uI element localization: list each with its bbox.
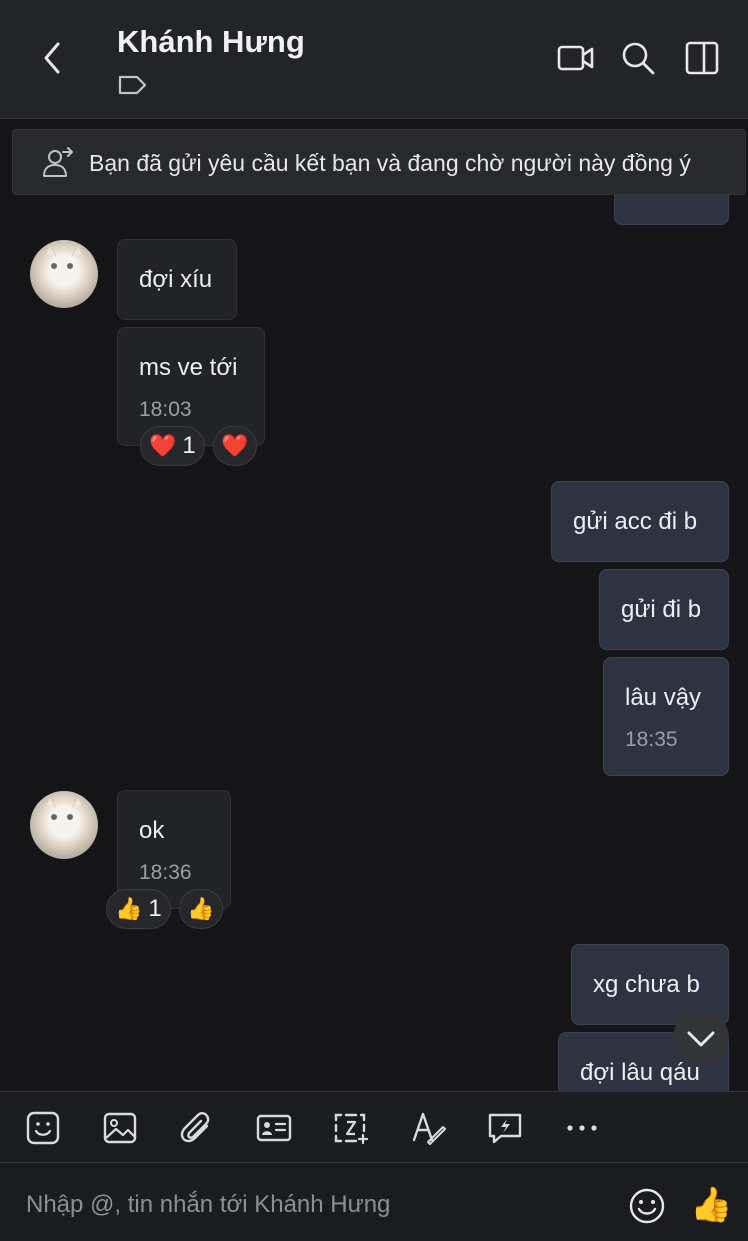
text-format-icon[interactable] [410,1110,446,1146]
message-input-bar: Nhập @, tin nhắn tới Khánh Hưng 👍 [0,1163,748,1241]
reaction-count: 1 [182,432,196,459]
message-text: ok [139,817,165,844]
message-text: gửi đi b [621,596,702,623]
screenshot-icon[interactable] [333,1110,369,1146]
message-bubble-outgoing[interactable]: gửi đi b [599,569,729,650]
sticker-icon[interactable] [25,1110,61,1146]
message-input[interactable]: Nhập @, tin nhắn tới Khánh Hưng [26,1191,390,1219]
message-bubble-outgoing[interactable]: lâu vậy 18:35 [603,657,729,776]
message-bubble-incoming[interactable]: đợi xíu [117,239,237,320]
quick-like-button[interactable]: 👍 [690,1185,732,1225]
heart-icon: ❤️ [221,433,249,459]
scroll-to-bottom-button[interactable] [673,1010,729,1066]
add-friend-pending-icon [41,144,75,180]
contact-name[interactable]: Khánh Hưng [117,24,305,60]
avatar[interactable] [30,791,98,859]
thumbs-up-icon: 👍 [115,896,143,922]
emoji-icon[interactable] [628,1187,666,1225]
avatar[interactable] [30,240,98,308]
message-time: 18:03 [139,398,192,421]
image-icon[interactable] [102,1110,138,1146]
video-call-icon[interactable] [556,38,596,78]
chevron-down-icon [687,1031,715,1047]
back-icon[interactable] [36,38,72,78]
heart-icon: ❤️ [149,433,177,459]
quick-message-icon[interactable] [487,1110,523,1146]
banner-text: Bạn đã gửi yêu cầu kết bạn và đang chờ n… [89,150,691,176]
react-button[interactable]: 👍 [179,889,223,929]
composer-toolbar [0,1091,748,1163]
contact-card-icon[interactable] [256,1110,292,1146]
message-text: ms ve tới [139,354,238,381]
reaction-summary[interactable]: ❤️ 1 [140,426,205,466]
message-time: 18:36 [139,861,192,884]
message-list[interactable]: đợi xíu ms ve tới 18:03 ❤️ 1 ❤️ gửi acc … [0,120,748,1092]
friend-request-banner: Bạn đã gửi yêu cầu kết bạn và đang chờ n… [12,129,746,195]
message-text: đợi xíu [139,266,213,293]
sidebar-panel-icon[interactable] [682,38,722,78]
reaction-count: 1 [148,895,162,922]
thumbs-up-icon: 👍 [187,896,215,922]
message-text: xg chưa b [593,971,700,998]
message-time: 18:35 [625,728,678,751]
more-icon[interactable] [564,1110,600,1146]
search-icon[interactable] [618,38,658,78]
react-button[interactable]: ❤️ [213,426,257,466]
chat-header: Khánh Hưng [0,0,748,119]
message-text: gửi acc đi b [573,508,698,535]
attach-icon[interactable] [178,1110,214,1146]
tag-icon[interactable] [117,72,149,98]
message-bubble-outgoing[interactable]: gửi acc đi b [551,481,729,562]
reaction-summary[interactable]: 👍 1 [106,889,171,929]
message-text: lâu vậy [625,684,702,711]
